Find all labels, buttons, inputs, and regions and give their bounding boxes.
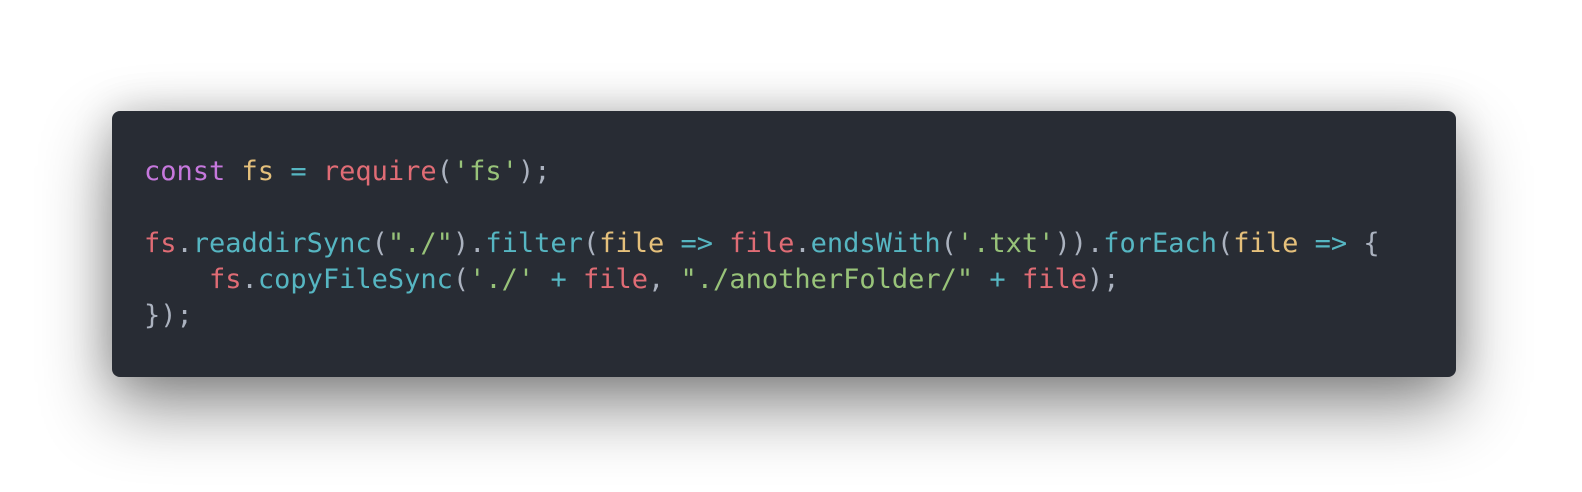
code-token-punct: ( (940, 228, 957, 259)
code-token-method: endsWith (810, 228, 941, 259)
code-token-punct: . (241, 264, 258, 295)
code-line: const fs = require('fs'); (144, 154, 1424, 190)
code-token-string: './' (469, 264, 535, 295)
code-token-op: + (550, 264, 567, 295)
code-token-op: => (1314, 228, 1348, 259)
code-token-param: file (1233, 228, 1299, 259)
code-token-punct: , (648, 264, 665, 295)
code-token-ident: file (729, 228, 795, 259)
code-token-op: + (989, 264, 1006, 295)
code-token-punct: ( (371, 228, 388, 259)
code-snippet-window: const fs = require('fs'); fs.readdirSync(… (112, 111, 1456, 377)
code-token-punct: ( (582, 228, 600, 259)
code-line: }); (144, 298, 1424, 334)
code-token-punct: ). (452, 228, 486, 259)
code-token-punct: { (1363, 228, 1380, 259)
code-token-string: "./anotherFolder/" (680, 264, 974, 295)
code-token-punct: }); (144, 300, 193, 331)
code-token-punct: ( (1217, 228, 1234, 259)
code-token-punct: ); (517, 156, 551, 187)
code-token-string: "./" (387, 228, 453, 259)
code-token-op: = (290, 156, 307, 187)
code-token-string: '.txt' (956, 228, 1055, 259)
code-token-ident: fs (144, 228, 177, 259)
code-token-punct: ( (436, 156, 453, 187)
code-token-punct: ); (1086, 264, 1120, 295)
code-token-keyword: const (144, 156, 226, 187)
code-block: const fs = require('fs'); fs.readdirSync(… (144, 154, 1424, 334)
code-token-op: => (680, 228, 714, 259)
code-token-punct: . (176, 228, 193, 259)
code-token-method: forEach (1103, 228, 1218, 259)
code-token-method: readdirSync (192, 228, 372, 259)
code-token-method: copyFileSync (257, 264, 453, 295)
code-token-punct: . (794, 228, 811, 259)
code-token-ident: file (582, 264, 649, 295)
code-token-method: filter (485, 228, 583, 259)
code-token-punct: ( (452, 264, 470, 295)
code-token-param: file (599, 228, 665, 259)
code-token-punct: )). (1054, 228, 1104, 259)
code-line: fs.readdirSync("./").filter(file => file… (144, 226, 1424, 262)
code-token-string: 'fs' (452, 156, 518, 187)
code-token-ident: fs (209, 264, 242, 295)
code-token-func: require (322, 156, 437, 187)
code-token-ident: file (1021, 264, 1087, 295)
code-token-var: fs (241, 156, 275, 187)
code-line: fs.copyFileSync('./' + file, "./anotherF… (144, 262, 1424, 298)
